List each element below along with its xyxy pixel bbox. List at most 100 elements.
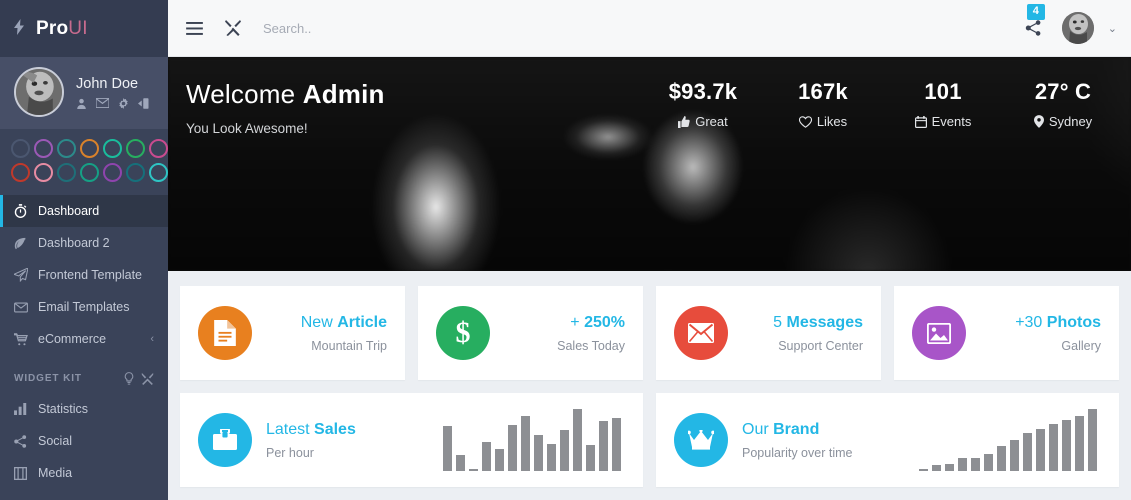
sidebar: ProUI John Doe Dashboard Dashboard 2 Fro… bbox=[0, 0, 168, 500]
search-input[interactable] bbox=[263, 20, 583, 36]
swatch[interactable] bbox=[126, 139, 145, 158]
chevron-down-icon[interactable]: ⌄ bbox=[1108, 22, 1117, 35]
chart-bar bbox=[586, 444, 595, 471]
sidebar-item-media[interactable]: Media bbox=[0, 457, 168, 489]
stat-value: 27° C bbox=[1034, 79, 1092, 104]
brand-name-primary: Pro bbox=[36, 17, 69, 39]
chart-bar bbox=[984, 453, 993, 471]
share-icon[interactable]: 4 bbox=[1019, 4, 1048, 40]
stat-events[interactable]: 101 Events bbox=[883, 79, 1003, 129]
card-messages[interactable]: 5 Messages Support Center bbox=[656, 286, 881, 380]
chart-bar bbox=[443, 426, 452, 471]
swatch[interactable] bbox=[80, 139, 99, 158]
profile-icon[interactable] bbox=[76, 98, 87, 109]
card-our-brand[interactable]: Our Brand Popularity over time bbox=[656, 393, 1119, 487]
envelope-icon[interactable] bbox=[96, 98, 109, 108]
gear-icon[interactable] bbox=[118, 97, 129, 109]
avatar[interactable] bbox=[1061, 12, 1094, 44]
card-subtitle: Per hour bbox=[266, 445, 314, 460]
swatch[interactable] bbox=[103, 163, 122, 182]
swatch[interactable] bbox=[34, 163, 53, 182]
chart-bar bbox=[521, 416, 530, 471]
card-text: 5 Messages Support Center bbox=[773, 314, 863, 353]
card-title-strong: Photos bbox=[1046, 313, 1101, 331]
stat-great[interactable]: $93.7k Great bbox=[643, 79, 763, 129]
chart-bar bbox=[945, 463, 954, 471]
card-latest-sales[interactable]: Latest Sales Per hour bbox=[180, 393, 643, 487]
stat-value: $93.7k bbox=[668, 79, 738, 104]
card-title-strong: Article bbox=[337, 313, 387, 331]
swatch[interactable] bbox=[80, 163, 99, 182]
sidebar-item-email-templates[interactable]: Email Templates bbox=[0, 291, 168, 323]
chart-bar bbox=[573, 409, 582, 471]
chart-bar bbox=[508, 425, 517, 471]
sidebar-user-box[interactable]: John Doe bbox=[0, 57, 168, 129]
leaf-icon bbox=[14, 237, 34, 250]
card-sales-today[interactable]: $ + 250% Sales Today bbox=[418, 286, 643, 380]
briefcase-icon bbox=[213, 429, 237, 450]
sidebar-user-actions bbox=[76, 97, 150, 109]
stat-label: Events bbox=[931, 114, 972, 129]
chart-bar bbox=[560, 430, 569, 471]
sidebar-item-label: Social bbox=[38, 434, 73, 448]
tools-icon[interactable] bbox=[225, 20, 241, 36]
sidebar-item-statistics[interactable]: Statistics bbox=[0, 393, 168, 425]
sidebar-user-name: John Doe bbox=[76, 75, 139, 92]
swatch[interactable] bbox=[34, 139, 53, 158]
swatch[interactable] bbox=[149, 163, 168, 182]
paper-plane-icon bbox=[14, 268, 34, 282]
chart-bar bbox=[612, 417, 621, 471]
stat-label: Sydney bbox=[1048, 114, 1093, 129]
avatar bbox=[14, 67, 64, 117]
stat-likes[interactable]: 167k Likes bbox=[763, 79, 883, 129]
swatch[interactable] bbox=[11, 139, 30, 158]
sidebar-item-dashboard-2[interactable]: Dashboard 2 bbox=[0, 227, 168, 259]
sidebar-item-dashboard[interactable]: Dashboard bbox=[0, 195, 168, 227]
sidebar-item-label: Frontend Template bbox=[38, 268, 142, 282]
sidebar-item-social[interactable]: Social bbox=[0, 425, 168, 457]
swatch[interactable] bbox=[11, 163, 30, 182]
media-icon bbox=[14, 466, 34, 480]
stat-label-row: Great bbox=[643, 114, 763, 129]
hero-inner: Welcome Admin You Look Awesome! $93.7k G… bbox=[168, 57, 1131, 271]
chart-bar bbox=[599, 421, 608, 471]
sidebar-item-ecommerce[interactable]: eCommerce ‹ bbox=[0, 323, 168, 355]
card-subtitle: Gallery bbox=[1061, 338, 1101, 353]
lightbulb-icon[interactable] bbox=[124, 371, 134, 385]
card-title-prefix: Latest bbox=[266, 420, 315, 438]
card-title-prefix: 5 bbox=[773, 313, 787, 331]
dollar-icon-circle: $ bbox=[436, 306, 490, 360]
heart-icon bbox=[798, 115, 812, 128]
sidebar-item-frontend-template[interactable]: Frontend Template bbox=[0, 259, 168, 291]
chart-bar bbox=[469, 469, 478, 471]
card-title-strong: Brand bbox=[773, 420, 820, 438]
card-new-article[interactable]: New Article Mountain Trip bbox=[180, 286, 405, 380]
widget-row-small: New Article Mountain Trip $ + 250% Sales… bbox=[180, 286, 1119, 380]
swatch[interactable] bbox=[57, 163, 76, 182]
cart-icon bbox=[14, 332, 34, 346]
card-title: 5 Messages bbox=[773, 314, 863, 332]
chart-bar bbox=[971, 457, 980, 471]
stat-label-row: Events bbox=[883, 114, 1003, 129]
swatch[interactable] bbox=[57, 139, 76, 158]
swatch[interactable] bbox=[149, 139, 168, 158]
calendar-icon bbox=[914, 115, 927, 128]
bolt-icon bbox=[14, 19, 24, 38]
hamburger-icon[interactable] bbox=[186, 21, 203, 35]
card-title-strong: Messages bbox=[786, 313, 864, 331]
card-photos[interactable]: +30 Photos Gallery bbox=[894, 286, 1119, 380]
card-text: + 250% Sales Today bbox=[557, 314, 625, 353]
swatch[interactable] bbox=[126, 163, 145, 182]
brand-logo[interactable]: ProUI bbox=[0, 0, 168, 57]
swatch[interactable] bbox=[103, 139, 122, 158]
logout-icon[interactable] bbox=[138, 97, 150, 109]
tools-icon[interactable] bbox=[141, 372, 154, 385]
share-icon bbox=[14, 434, 34, 448]
card-title: + 250% bbox=[557, 314, 625, 332]
card-title-prefix: New bbox=[300, 313, 338, 331]
stat-weather[interactable]: 27° C Sydney bbox=[1003, 79, 1123, 129]
bar-chart-icon bbox=[14, 403, 34, 415]
theme-swatches bbox=[0, 129, 168, 193]
card-subtitle: Sales Today bbox=[557, 338, 625, 353]
card-text: Latest Sales Per hour bbox=[266, 421, 356, 460]
